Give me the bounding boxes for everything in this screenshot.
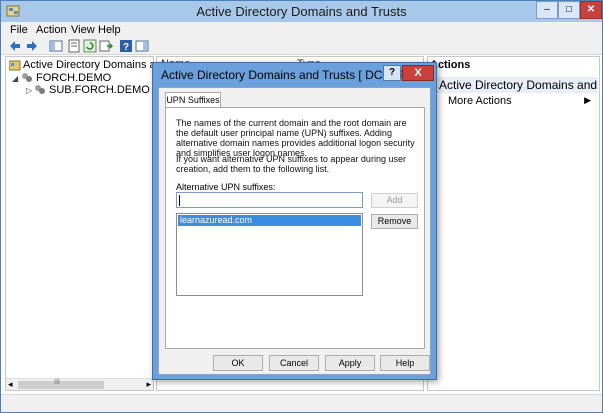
properties-icon[interactable] — [67, 39, 81, 53]
help-icon[interactable]: ? — [119, 39, 133, 53]
help-button[interactable]: Help — [380, 355, 430, 371]
close-button[interactable]: ✕ — [580, 1, 602, 19]
show-hide-action-pane-icon[interactable] — [135, 39, 149, 53]
upn-description-text: The names of the current domain and the … — [176, 118, 415, 158]
tree-item-sub-forch-demo[interactable]: SUB.FORCH.DEMO — [49, 84, 150, 96]
menu-help[interactable]: Help — [98, 24, 121, 36]
status-bar — [1, 394, 602, 412]
scroll-right-arrow-icon[interactable]: ▸ — [146, 379, 151, 390]
console-tree: Active Directory Domains and Trust ◢ FOR… — [5, 56, 154, 391]
cancel-button[interactable]: Cancel — [269, 355, 319, 371]
upn-instruction-text: If you want alternative UPN suffixes to … — [176, 154, 406, 174]
alternative-upn-input[interactable] — [176, 192, 363, 208]
apply-button[interactable]: Apply — [325, 355, 375, 371]
tree-item-forch-demo[interactable]: FORCH.DEMO — [36, 72, 111, 84]
add-button[interactable]: Add — [371, 193, 418, 208]
collapsed-caret-icon[interactable]: ▷ — [26, 86, 32, 95]
show-hide-tree-icon[interactable] — [49, 39, 63, 53]
upn-suffixes-panel: The names of the current domain and the … — [165, 107, 425, 349]
text-cursor — [179, 195, 180, 206]
dialog-help-button[interactable]: ? — [383, 65, 401, 81]
scroll-left-arrow-icon[interactable]: ◂ — [8, 379, 13, 390]
list-item[interactable]: learnazuread.com — [178, 215, 361, 226]
dialog-body: UPN Suffixes The names of the current do… — [158, 87, 431, 375]
menu-action[interactable]: Action — [36, 24, 67, 36]
forward-arrow-icon[interactable] — [25, 39, 39, 53]
properties-dialog: Active Directory Domains and Trusts [ DC… — [152, 62, 437, 380]
tree-root-label[interactable]: Active Directory Domains and Trust — [23, 59, 153, 71]
refresh-icon[interactable] — [83, 39, 97, 53]
maximize-button[interactable]: □ — [558, 1, 580, 19]
menu-file[interactable]: File — [10, 24, 28, 36]
domain-icon — [35, 85, 45, 94]
export-list-icon[interactable] — [99, 39, 113, 53]
window-title: Active Directory Domains and Trusts — [196, 4, 407, 19]
tab-upn-suffixes[interactable]: UPN Suffixes — [165, 92, 221, 108]
upn-suffix-list[interactable]: learnazuread.com — [176, 213, 363, 296]
alternative-upn-label: Alternative UPN suffixes: — [176, 182, 276, 192]
actions-pane: Actions Active Directory Domains and ...… — [427, 56, 600, 391]
more-actions-link[interactable]: More Actions — [448, 95, 512, 107]
remove-button[interactable]: Remove — [371, 214, 418, 229]
submenu-arrow-icon: ▶ — [584, 95, 591, 105]
actions-section-header[interactable]: Active Directory Domains and ... — [429, 77, 598, 93]
svg-text:?: ? — [123, 42, 129, 53]
menu-bar: File Action View Help — [1, 22, 602, 38]
ok-button[interactable]: OK — [213, 355, 263, 371]
scroll-grip-icon: III — [54, 379, 60, 386]
toolbar: ? — [1, 38, 602, 55]
tree-horizontal-scrollbar[interactable]: ◂ III ▸ — [6, 378, 153, 390]
scroll-thumb[interactable]: III — [18, 379, 104, 389]
back-arrow-icon[interactable] — [8, 39, 22, 53]
title-bar[interactable]: Active Directory Domains and Trusts – □ … — [1, 1, 602, 22]
minimize-button[interactable]: – — [536, 1, 558, 19]
dialog-close-button[interactable]: X — [402, 65, 434, 81]
domain-icon — [22, 73, 32, 82]
menu-view[interactable]: View — [71, 24, 95, 36]
ad-domains-node-icon — [9, 60, 21, 71]
expand-caret-icon[interactable]: ◢ — [12, 74, 18, 83]
